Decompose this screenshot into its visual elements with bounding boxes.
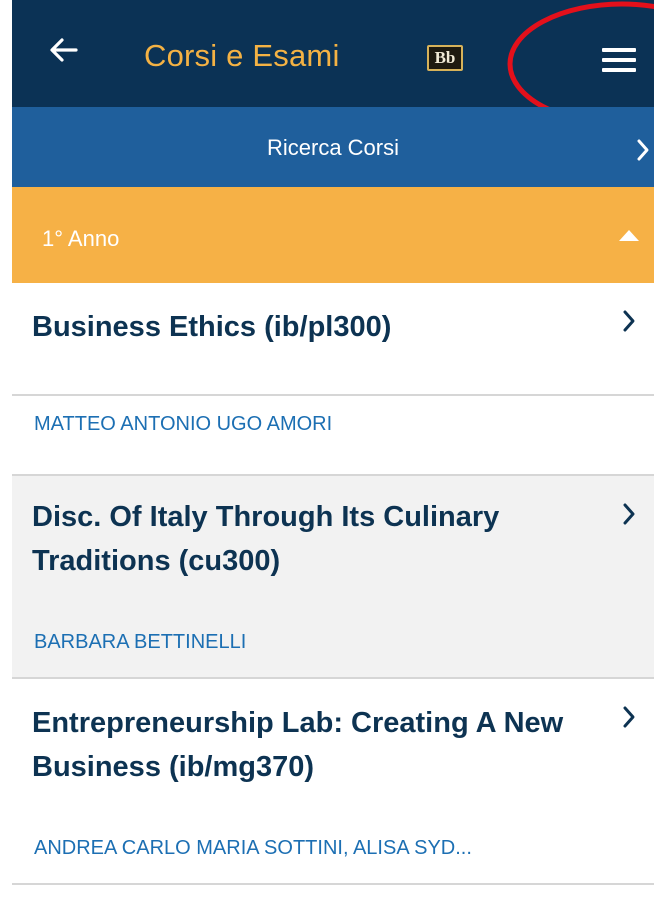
arrow-left-icon <box>50 38 78 62</box>
chevron-right-icon <box>623 706 635 728</box>
course-item[interactable]: Disc. Of Italy Through Its Culinary Trad… <box>12 476 654 679</box>
blackboard-logo: Bb <box>427 45 463 71</box>
year-label: 1° Anno <box>42 226 120 251</box>
chevron-right-icon <box>637 139 649 161</box>
app-header: Corsi e Esami Bb <box>12 0 654 107</box>
course-instructor: BARBARA BETTINELLI <box>34 631 247 653</box>
year-section-header[interactable]: 1° Anno <box>12 187 654 283</box>
search-courses-label: Ricerca Corsi <box>266 135 400 160</box>
course-instructor: ANDREA CARLO MARIA SOTTINI, ALISA SYD... <box>34 837 472 859</box>
course-title: Disc. Of Italy Through Its Culinary Trad… <box>32 501 500 577</box>
course-item[interactable]: Entrepreneurship Lab: Creating A New Bus… <box>12 679 654 885</box>
course-item[interactable]: Business Ethics (ib/pl300) <box>12 283 654 396</box>
search-courses-bar[interactable]: Ricerca Corsi <box>12 107 654 187</box>
hamburger-menu-icon <box>602 48 636 52</box>
course-title: Entrepreneurship Lab: Creating A New Bus… <box>32 707 564 783</box>
page-title: Corsi e Esami <box>144 38 340 73</box>
course-title: Business Ethics (ib/pl300) <box>32 311 392 343</box>
back-button[interactable] <box>42 28 86 72</box>
course-instructor-row[interactable]: MATTEO ANTONIO UGO AMORI <box>12 394 654 476</box>
course-list: Business Ethics (ib/pl300) MATTEO ANTONI… <box>12 283 654 885</box>
chevron-right-icon <box>623 310 635 332</box>
course-instructor: MATTEO ANTONIO UGO AMORI <box>34 413 333 435</box>
menu-button[interactable] <box>602 44 640 74</box>
caret-up-icon <box>619 230 639 241</box>
chevron-right-icon <box>623 503 635 525</box>
